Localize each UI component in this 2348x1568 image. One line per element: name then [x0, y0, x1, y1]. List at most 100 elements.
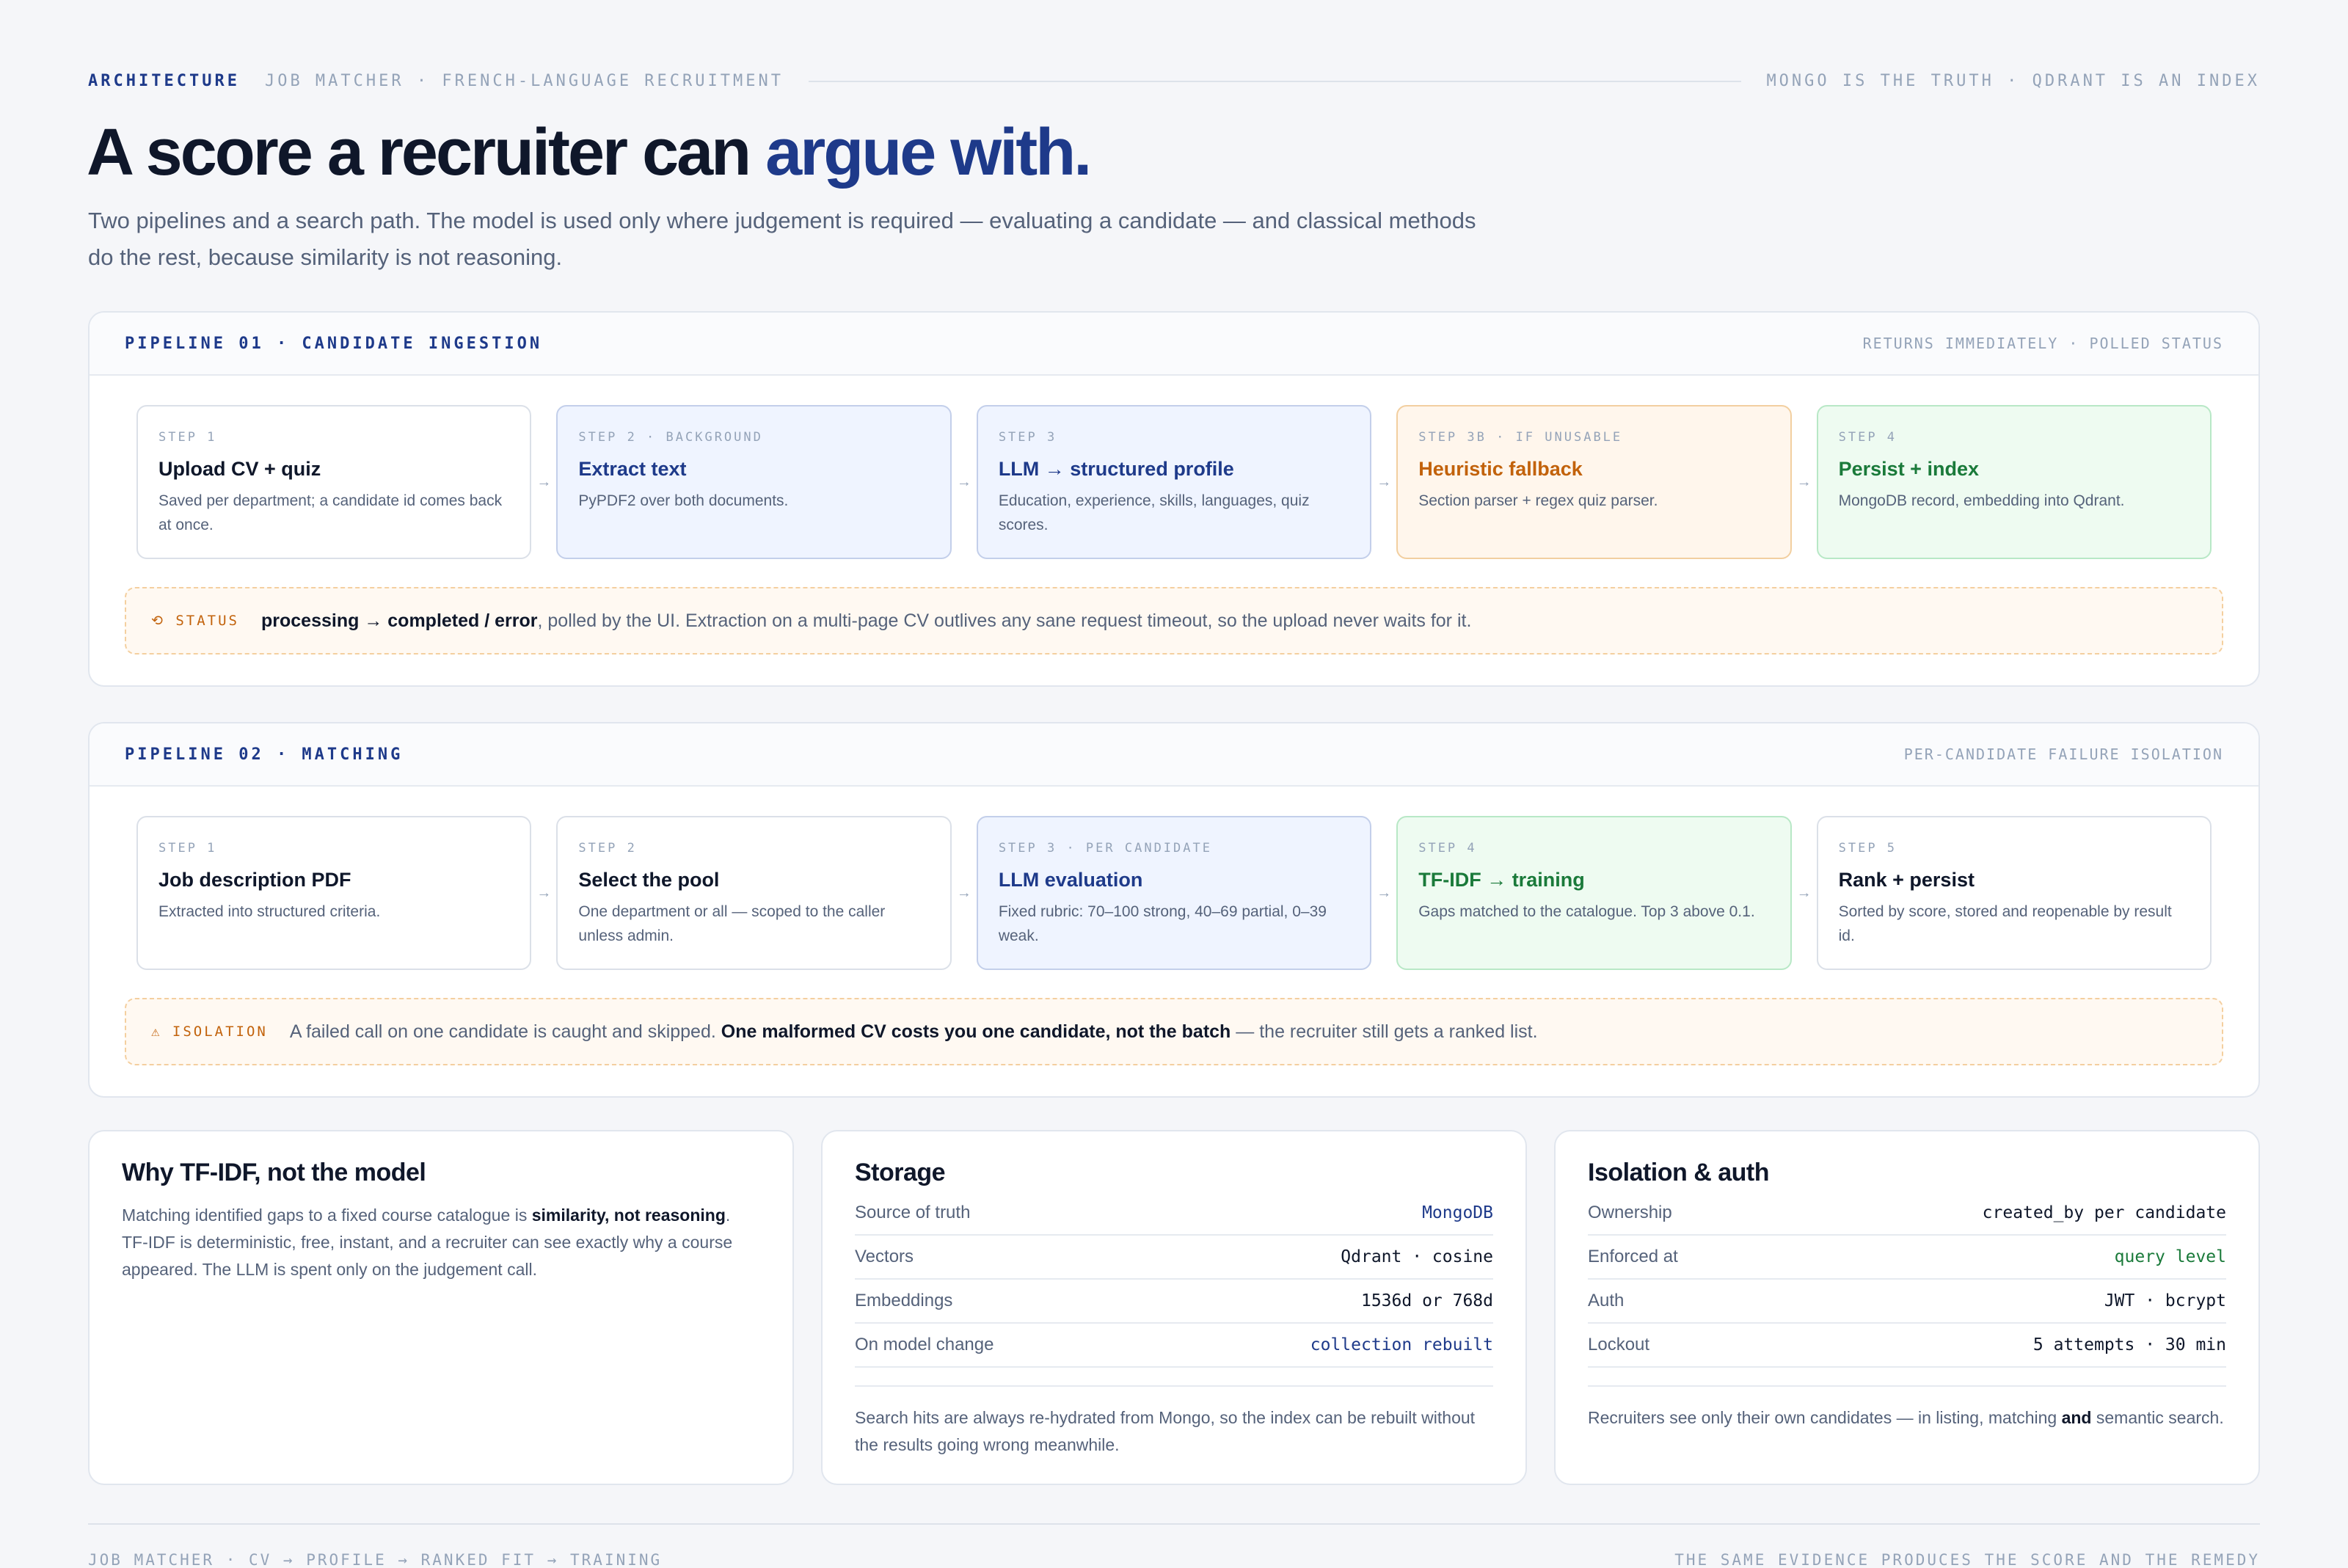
isolation-callout: ⚠ ISOLATION A failed call on one candida… — [125, 998, 2223, 1065]
step-title: Job description PDF — [158, 869, 351, 891]
kv-row: Auth JWT · bcrypt — [1588, 1280, 2226, 1324]
kv-value: collection rebuilt — [1310, 1335, 1493, 1354]
isolation-text-before: A failed call on one candidate is caught… — [289, 1021, 721, 1042]
step-description: PyPDF2 over both documents. — [578, 492, 789, 509]
step-card-heuristic-fallback: STEP 3b · IF UNUSABLE Heuristic fallback… — [1396, 405, 1792, 559]
step-description: Fixed rubric: 70–100 strong, 40–69 parti… — [998, 903, 1327, 944]
step-title: Select the pool — [578, 869, 720, 891]
step-title: Heuristic fallback — [1418, 458, 1583, 480]
step-description: Saved per department; a candidate id com… — [158, 492, 503, 533]
step-description: Gaps matched to the catalogue. Top 3 abo… — [1418, 903, 1755, 920]
step-card-select-pool: STEP 2 Select the pool One department or… — [556, 816, 952, 970]
step-card-upload: STEP 1 Upload CV + quiz Saved per depart… — [136, 405, 532, 559]
arrow-right-icon: → — [956, 884, 971, 901]
pipeline-note: RETURNS IMMEDIATELY · POLLED STATUS — [1862, 335, 2223, 352]
isolation-text-after: — the recruiter still gets a ranked list… — [1230, 1021, 1538, 1042]
step-card-persist-index: STEP 4 Persist + index MongoDB record, e… — [1816, 405, 2212, 559]
kv-row: Embeddings 1536d or 768d — [855, 1280, 1493, 1324]
kv-key: Source of truth — [855, 1203, 971, 1222]
page-title: A score a recruiter can argue with. — [87, 110, 1092, 195]
step-label: STEP 1 — [158, 841, 217, 856]
pipeline-candidate-ingestion: PIPELINE 01 · CANDIDATE INGESTION RETURN… — [88, 311, 2260, 687]
card-foot-bold: and — [2061, 1408, 2092, 1427]
kv-row: Lockout 5 attempts · 30 min — [1588, 1324, 2226, 1368]
step-label: STEP 4 — [1418, 841, 1477, 856]
step-title: LLM evaluation — [998, 869, 1143, 891]
card-title: Storage — [855, 1159, 946, 1186]
step-label: STEP 2 — [578, 841, 637, 856]
card-foot-after: semantic search. — [2091, 1408, 2224, 1427]
auth-table: Ownership created_by per candidate Enfor… — [1588, 1192, 2226, 1368]
step-label: STEP 3b · IF UNUSABLE — [1418, 430, 1623, 445]
pipeline-header: PIPELINE 02 · MATCHING PER-CANDIDATE FAI… — [90, 723, 2258, 787]
kv-value: MongoDB — [1422, 1203, 1493, 1222]
header-divider — [809, 80, 1742, 82]
step-description: MongoDB record, embedding into Qdrant. — [1838, 492, 2125, 509]
footer: JOB MATCHER · CV → PROFILE → RANKED FIT … — [88, 1551, 2260, 1568]
kv-key: Embeddings — [855, 1291, 953, 1310]
step-description: Sorted by score, stored and reopenable b… — [1838, 903, 2172, 944]
step-card-llm-evaluation: STEP 3 · PER CANDIDATE LLM evaluation Fi… — [976, 816, 1372, 970]
arrow-right-icon: → — [536, 884, 552, 901]
card-why-tfidf: Why TF-IDF, not the model Matching ident… — [88, 1130, 794, 1485]
isolation-tag: ⚠ ISOLATION — [151, 1024, 268, 1040]
step-card-llm-profile: STEP 3 LLM → structured profile Educatio… — [976, 405, 1372, 559]
footer-divider — [88, 1523, 2260, 1525]
status-text-rest: , polled by the UI. Extraction on a mult… — [537, 610, 1472, 631]
card-body: Matching identified gaps to a fixed cour… — [122, 1202, 760, 1283]
step-description: One department or all — scoped to the ca… — [578, 903, 886, 944]
kv-key: Enforced at — [1588, 1247, 1678, 1266]
step-title: Persist + index — [1838, 458, 1979, 480]
card-body-before: Matching identified gaps to a fixed cour… — [122, 1206, 532, 1225]
isolation-text: A failed call on one candidate is caught… — [290, 1021, 1538, 1043]
step-description: Education, experience, skills, languages… — [998, 492, 1310, 533]
kv-value: Qdrant · cosine — [1341, 1247, 1493, 1266]
kv-row: Vectors Qdrant · cosine — [855, 1236, 1493, 1280]
step-label: STEP 2 · BACKGROUND — [578, 430, 763, 445]
status-text-bold: processing → completed / error — [261, 610, 538, 631]
status-callout: ⟲ STATUS processing → completed / error,… — [125, 587, 2223, 654]
step-label: STEP 3 — [998, 430, 1057, 445]
isolation-text-bold: One malformed CV costs you one candidate… — [721, 1021, 1231, 1042]
step-title: TF-IDF → training — [1418, 869, 1585, 891]
kv-key: Lockout — [1588, 1335, 1650, 1354]
status-tag: ⟲ STATUS — [151, 613, 239, 629]
page-title-accent: argue with. — [765, 116, 1092, 189]
kv-value: JWT · bcrypt — [2104, 1291, 2226, 1310]
kv-row: Enforced at query level — [1588, 1236, 2226, 1280]
card-title: Isolation & auth — [1588, 1159, 1770, 1186]
status-text: processing → completed / error, polled b… — [261, 610, 1471, 632]
card-footnote: Search hits are always re-hydrated from … — [855, 1385, 1493, 1459]
header-tagline: MONGO IS THE TRUTH · QDRANT IS AN INDEX — [1766, 72, 2260, 90]
step-card-job-description: STEP 1 Job description PDF Extracted int… — [136, 816, 532, 970]
step-card-rank-persist: STEP 5 Rank + persist Sorted by score, s… — [1816, 816, 2212, 970]
step-title: Upload CV + quiz — [158, 458, 321, 480]
footer-left: JOB MATCHER · CV → PROFILE → RANKED FIT … — [88, 1551, 663, 1568]
card-isolation-auth: Isolation & auth Ownership created_by pe… — [1554, 1130, 2260, 1485]
arrow-right-icon: → — [956, 473, 971, 490]
pipeline-header: PIPELINE 01 · CANDIDATE INGESTION RETURN… — [90, 313, 2258, 376]
section-eyebrow: ARCHITECTURE — [88, 72, 240, 90]
card-body-bold: similarity, not reasoning — [531, 1206, 726, 1225]
storage-table: Source of truth MongoDB Vectors Qdrant ·… — [855, 1192, 1493, 1368]
kv-key: Ownership — [1588, 1203, 1672, 1222]
pipeline-matching: PIPELINE 02 · MATCHING PER-CANDIDATE FAI… — [88, 722, 2260, 1098]
card-storage: Storage Source of truth MongoDB Vectors … — [821, 1130, 1527, 1485]
arrow-right-icon: → — [1796, 473, 1812, 490]
arrow-right-icon: → — [1377, 884, 1392, 901]
page-title-main: A score a recruiter can — [87, 116, 766, 189]
kv-key: Vectors — [855, 1247, 914, 1266]
kv-value: created_by per candidate — [1982, 1203, 2226, 1222]
arrow-right-icon: → — [1796, 884, 1812, 901]
step-label: STEP 5 — [1838, 841, 1897, 856]
pipeline-title: PIPELINE 01 · CANDIDATE INGESTION — [125, 334, 543, 353]
step-title: LLM → structured profile — [998, 458, 1234, 480]
kv-key: On model change — [855, 1335, 994, 1354]
step-title: Extract text — [578, 458, 687, 480]
top-bar: ARCHITECTURE JOB MATCHER · FRENCH-LANGUA… — [88, 72, 2260, 90]
kv-value: 5 attempts · 30 min — [2032, 1335, 2226, 1354]
kv-row: Ownership created_by per candidate — [1588, 1192, 2226, 1236]
pipeline-title: PIPELINE 02 · MATCHING — [125, 745, 404, 764]
step-card-extract: STEP 2 · BACKGROUND Extract text PyPDF2 … — [556, 405, 952, 559]
kv-row: Source of truth MongoDB — [855, 1192, 1493, 1236]
